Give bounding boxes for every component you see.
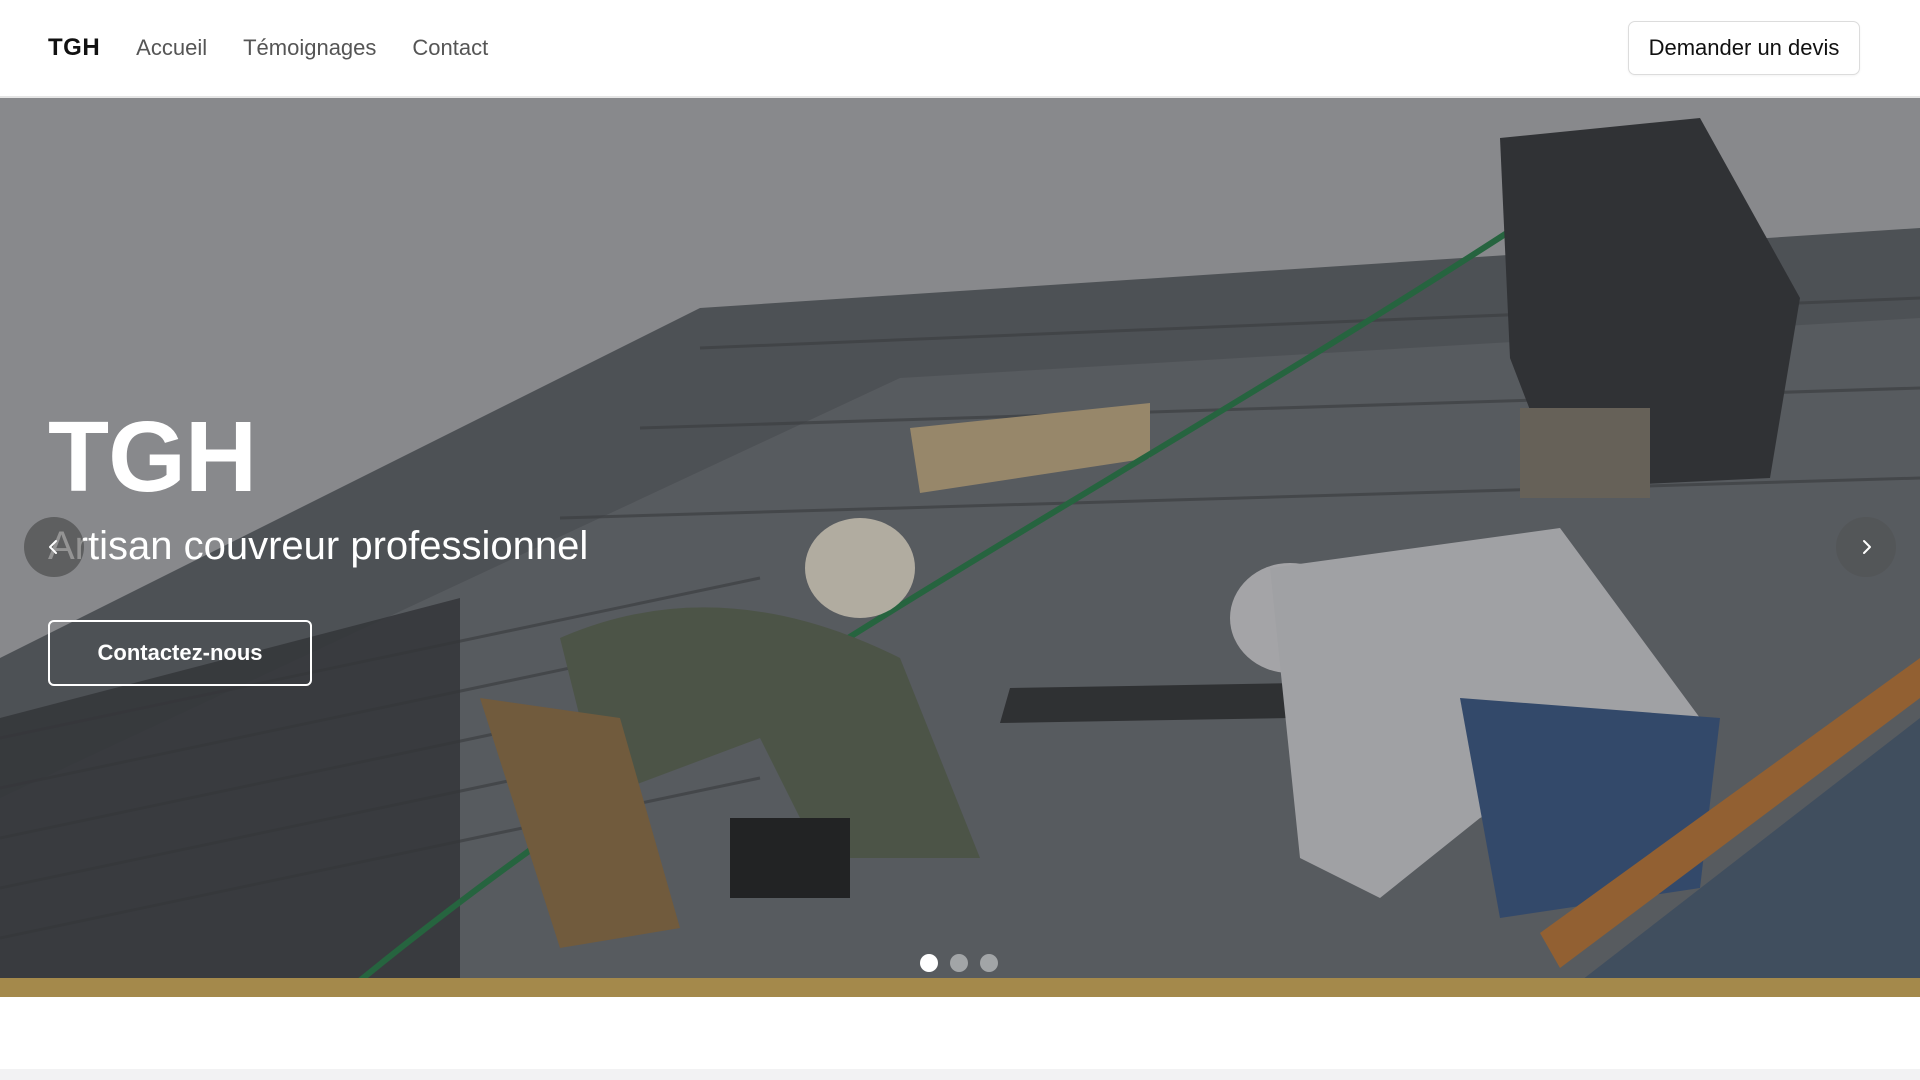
- hero-title: TGH: [48, 401, 257, 513]
- hero-carousel: TGH Artisan couvreur professionnel Conta…: [0, 98, 1920, 997]
- nav-link-contact[interactable]: Contact: [412, 35, 488, 61]
- content-spacer: [0, 997, 1920, 1069]
- next-section-top: [0, 1069, 1920, 1080]
- chevron-right-icon: [1863, 540, 1871, 554]
- nav-link-temoignages[interactable]: Témoignages: [243, 35, 376, 61]
- carousel-prev-button[interactable]: [24, 517, 84, 577]
- carousel-dot-1[interactable]: [920, 954, 938, 972]
- request-quote-button[interactable]: Demander un devis: [1628, 21, 1860, 75]
- contact-us-button[interactable]: Contactez-nous: [48, 620, 312, 686]
- brand-logo[interactable]: TGH: [48, 34, 100, 62]
- site-header: TGH Accueil Témoignages Contact Demander…: [0, 0, 1920, 98]
- chevron-left-icon: [49, 540, 57, 554]
- nav-link-accueil[interactable]: Accueil: [136, 35, 207, 61]
- carousel-next-button[interactable]: [1836, 517, 1896, 577]
- carousel-dot-2[interactable]: [950, 954, 968, 972]
- main-nav: Accueil Témoignages Contact: [136, 35, 488, 61]
- carousel-indicators: [920, 954, 998, 972]
- hero-subtitle: Artisan couvreur professionnel: [48, 524, 589, 568]
- carousel-dot-3[interactable]: [980, 954, 998, 972]
